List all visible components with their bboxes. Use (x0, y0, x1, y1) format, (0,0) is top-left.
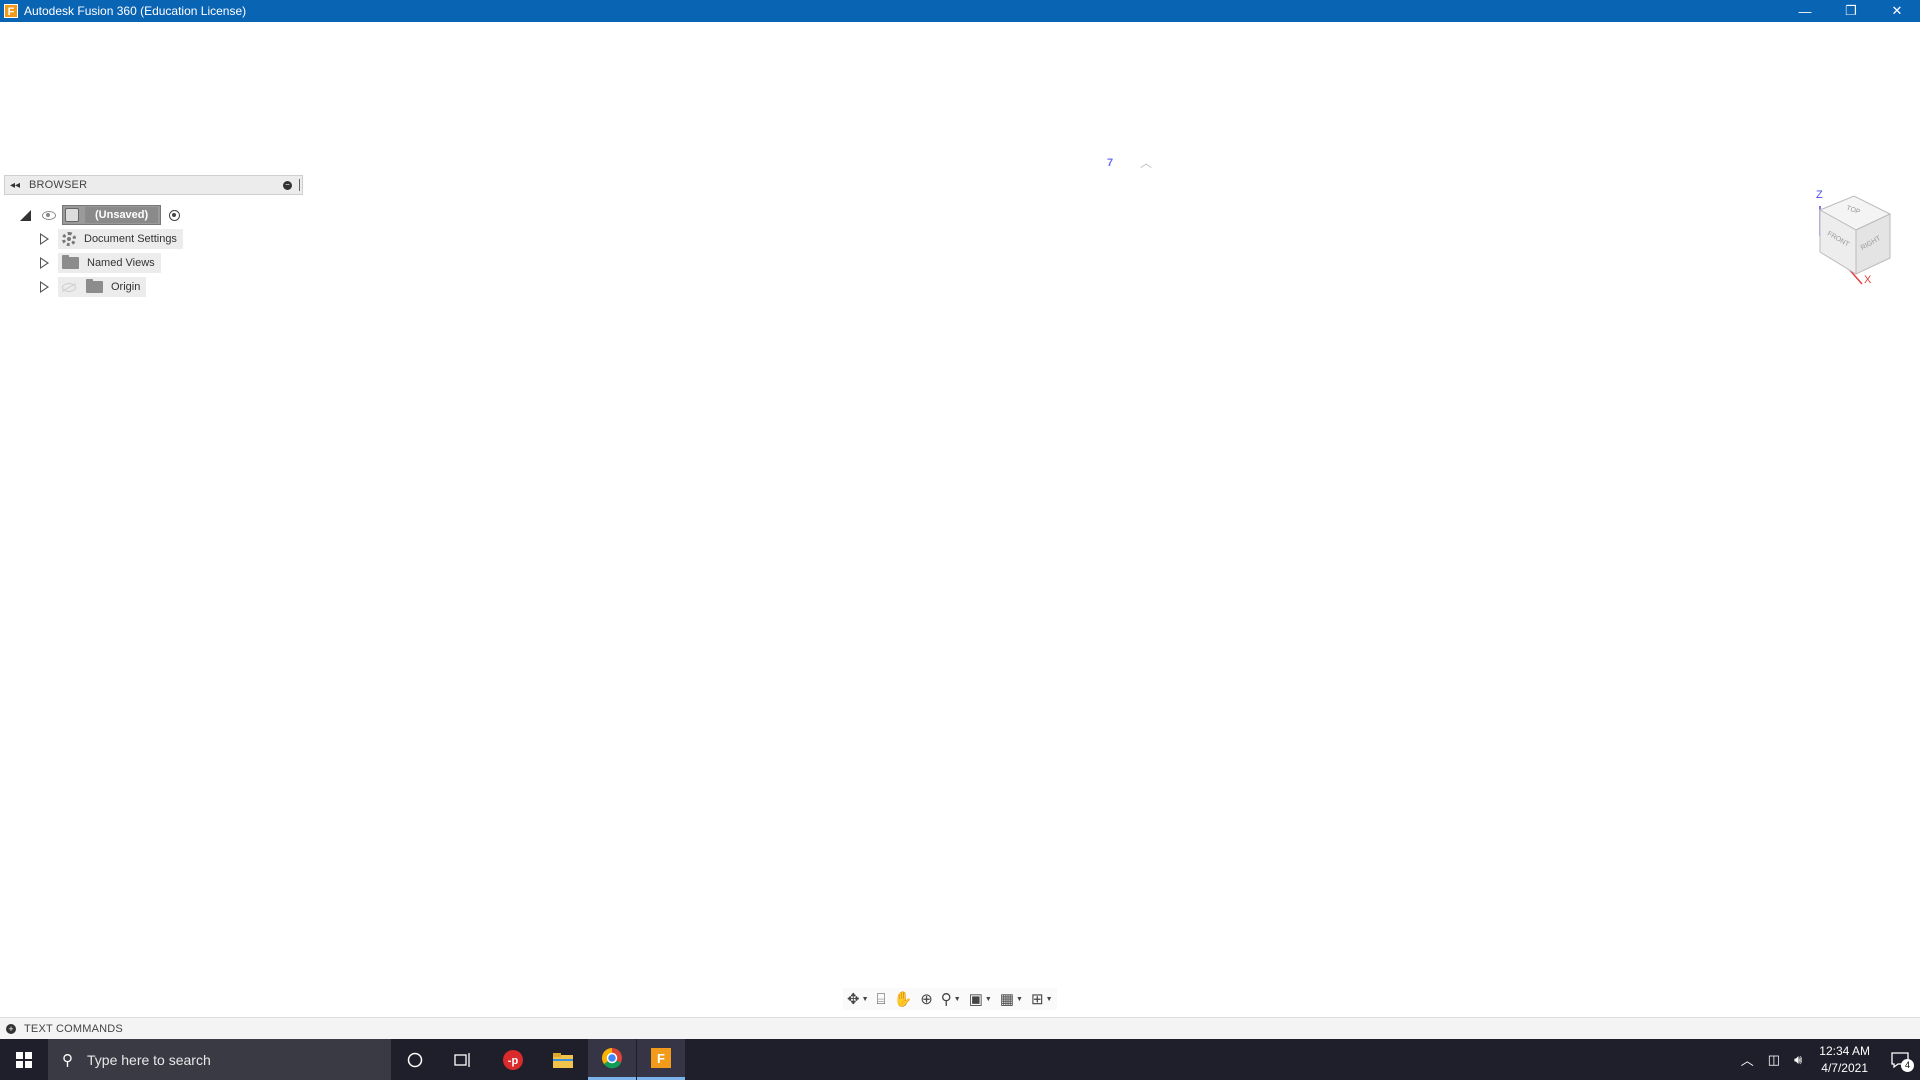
visibility-eye-icon[interactable] (42, 210, 56, 220)
grid-button[interactable]: ▦ ▼ (1000, 990, 1023, 1008)
clock-time: 12:34 AM (1819, 1043, 1870, 1058)
taskbar-file-explorer[interactable] (539, 1039, 587, 1080)
navigation-toolbar: ✥ ▼ ⌸ ✋ ⊕ ⚲ ▼ ▣ ▼ ▦ ▼ ⊞ ▼ (843, 988, 1057, 1010)
orbit-button[interactable]: ✥ ▼ (847, 990, 869, 1008)
origin-node[interactable]: Origin (58, 277, 147, 297)
browser-title: BROWSER (29, 179, 88, 191)
tree-item-origin[interactable]: Origin (40, 277, 147, 297)
red-app-icon: -p (503, 1049, 523, 1070)
collapse-panel-icon[interactable]: ◂◂ (5, 180, 25, 191)
tree-item-named-views[interactable]: Named Views (40, 253, 161, 273)
expand-text-commands-icon[interactable]: + (6, 1024, 16, 1034)
tree-item-label: Named Views (87, 257, 155, 269)
fusion360-icon: F (651, 1048, 671, 1068)
title-bar: F Autodesk Fusion 360 (Education License… (0, 0, 1920, 22)
restore-button[interactable]: ❐ (1828, 0, 1874, 22)
search-placeholder: Type here to search (87, 1051, 211, 1068)
zoom-icon: ⊕ (920, 991, 933, 1008)
folder-icon (86, 279, 103, 293)
view-cube-graphic (1818, 195, 1892, 285)
pan-button[interactable]: ✋ (894, 990, 913, 1008)
svg-text:-p: -p (508, 1055, 519, 1067)
taskbar-fusion360[interactable]: F (637, 1039, 685, 1080)
minimize-button[interactable]: — (1782, 0, 1828, 22)
folder-icon (62, 255, 79, 269)
document-settings-node[interactable]: Document Settings (58, 229, 183, 249)
axis-z-label: Z (1816, 189, 1823, 201)
chevron-up-icon[interactable]: ︿ (1741, 1050, 1754, 1069)
browser-panel-header: ◂◂ BROWSER − (4, 175, 303, 195)
search-icon: ⚲ (62, 1051, 73, 1069)
task-view-button[interactable] (439, 1039, 487, 1080)
action-center-button[interactable]: 4 (1880, 1051, 1920, 1072)
minimize-panel-icon[interactable]: − (283, 181, 292, 190)
named-views-node[interactable]: Named Views (58, 253, 161, 273)
task-view-icon (454, 1052, 470, 1067)
cortana-button[interactable] (391, 1039, 439, 1080)
component-icon (65, 208, 79, 222)
system-clock[interactable]: 12:34 AM 4/7/2021 (1819, 1043, 1870, 1077)
look-at-button[interactable]: ⌸ (877, 991, 886, 1008)
system-tray: ︿ ◫ 🔊︎ 12:34 AM 4/7/2021 4 (1734, 1039, 1920, 1080)
folder-icon (553, 1052, 573, 1068)
tree-item-label: Origin (111, 281, 141, 293)
zoom-button[interactable]: ⊕ (920, 990, 933, 1008)
fit-button[interactable]: ⚲ ▼ (941, 990, 961, 1008)
view-cube[interactable]: TOP FRONT RIGHT Z X (1806, 186, 1896, 286)
viewports-icon: ⊞ (1030, 991, 1044, 1008)
taskbar-chrome[interactable] (588, 1039, 636, 1080)
fit-icon: ⚲ (940, 991, 952, 1008)
tree-root-row[interactable]: (Unsaved) (20, 205, 181, 225)
gear-icon (62, 232, 76, 246)
volume-icon[interactable]: 🔊︎ (1794, 1052, 1802, 1068)
orbit-icon: ✥ (847, 991, 860, 1008)
window-title: Autodesk Fusion 360 (Education License) (24, 4, 247, 18)
fusion-app-icon: F (4, 4, 18, 18)
activate-component-icon[interactable] (169, 209, 181, 221)
text-commands-label: TEXT COMMANDS (24, 1023, 123, 1035)
viewports-button[interactable]: ⊞ ▼ (1031, 990, 1053, 1008)
taskbar-app-red[interactable]: -p (489, 1039, 537, 1080)
panel-resize-handle[interactable] (299, 179, 300, 191)
display-settings-button[interactable]: ▣ ▼ (969, 990, 992, 1008)
toolbar-expand-caret[interactable]: ︿ (1140, 154, 1152, 171)
tree-item-label: Document Settings (84, 233, 177, 245)
viewport-marker: 7 (1107, 157, 1114, 169)
svg-text:F: F (657, 1051, 665, 1066)
chrome-icon (602, 1048, 622, 1069)
taskbar-search[interactable]: ⚲ Type here to search (48, 1039, 391, 1080)
display-settings-icon: ▣ (968, 991, 983, 1008)
grid-icon: ▦ (999, 991, 1015, 1008)
look-at-icon: ⌸ (876, 990, 886, 1008)
start-button[interactable] (0, 1039, 48, 1080)
collapse-tree-icon[interactable] (20, 209, 31, 221)
windows-taskbar: ⚲ Type here to search -p F ︿ ◫ 🔊︎ 12:34 … (0, 1039, 1920, 1080)
pan-icon: ✋ (893, 991, 913, 1008)
expand-arrow-icon[interactable] (40, 281, 49, 293)
cortana-icon (407, 1052, 423, 1067)
text-commands-bar[interactable]: + TEXT COMMANDS (0, 1017, 1920, 1040)
tree-item-document-settings[interactable]: Document Settings (40, 229, 183, 249)
axis-x-label: X (1864, 274, 1872, 286)
expand-arrow-icon[interactable] (40, 233, 49, 245)
hidden-eye-icon[interactable] (62, 282, 76, 292)
windows-logo-icon (16, 1051, 32, 1068)
notification-badge: 4 (1901, 1058, 1914, 1072)
root-component-node[interactable]: (Unsaved) (62, 205, 162, 225)
network-icon[interactable]: ◫ (1768, 1052, 1780, 1068)
expand-arrow-icon[interactable] (40, 257, 49, 269)
close-button[interactable]: ✕ (1874, 0, 1920, 22)
clock-date: 4/7/2021 (1821, 1060, 1868, 1075)
root-component-label: (Unsaved) (85, 207, 159, 223)
window-controls: — ❐ ✕ (1782, 0, 1920, 22)
